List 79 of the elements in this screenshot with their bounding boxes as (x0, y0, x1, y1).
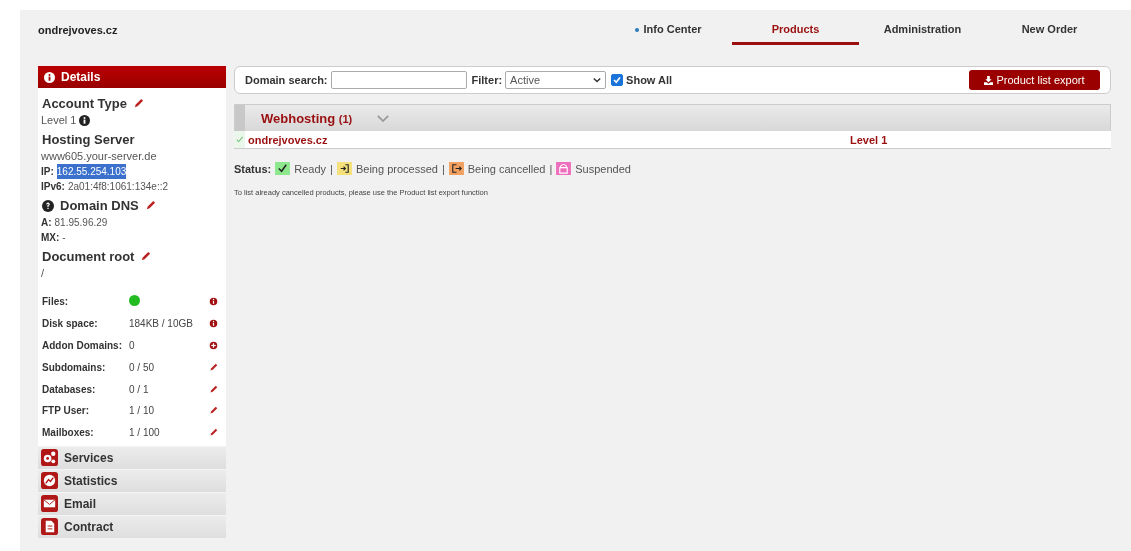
mx-record: - (62, 231, 66, 245)
site-name: ondrejvoves.cz (38, 24, 118, 36)
filter-label: Filter: (471, 74, 503, 86)
edit-icon[interactable] (209, 384, 218, 394)
show-all-label: Show All (626, 74, 673, 86)
edit-icon[interactable] (133, 98, 144, 109)
info-icon[interactable] (209, 297, 218, 307)
ipv6-label: IPv6: (41, 180, 65, 194)
a-record: 81.95.96.29 (54, 216, 108, 230)
group-header[interactable]: Webhosting (1) (234, 104, 1111, 131)
envelope-icon (41, 495, 58, 513)
document-icon (41, 518, 58, 536)
question-icon[interactable] (42, 199, 54, 212)
ip-label: IP: (41, 165, 54, 179)
edit-icon[interactable] (209, 362, 218, 372)
stat-value: 184KB / 10GB (129, 318, 193, 330)
gears-icon (41, 449, 58, 467)
chevron-icon (593, 77, 602, 83)
server-name: www605.your-server.de (41, 149, 157, 164)
stat-label: Subdomains: (41, 361, 107, 373)
hosting-server-heading: Hosting Server (42, 132, 135, 147)
show-all-checkbox[interactable] (611, 74, 624, 86)
sidebar-section[interactable]: Contract (38, 514, 226, 538)
ipv6-address: 2a01:4f8:1061:134e::2 (67, 180, 168, 194)
status-label: Status: (234, 162, 272, 175)
separator: | (441, 162, 445, 175)
add-icon[interactable] (209, 341, 218, 350)
export-button[interactable]: Product list export (969, 70, 1100, 90)
stat-label: Addon Domains: (41, 340, 123, 351)
stat-label: Disk space: (41, 318, 99, 330)
check-icon (235, 135, 244, 144)
document-root-heading: Document root (42, 249, 135, 264)
a-record-label: A: (41, 216, 52, 230)
edit-icon[interactable] (209, 428, 218, 438)
edit-icon[interactable] (140, 251, 152, 262)
stat-label: Databases: (41, 383, 97, 395)
nav-tab[interactable]: Administration (859, 15, 986, 45)
product-level: Level 1 (850, 133, 888, 146)
sidebar-section[interactable]: Email (38, 491, 226, 515)
domain-search-field[interactable] (330, 71, 467, 89)
search-label: Domain search: (245, 74, 328, 86)
stat-label: Files: (41, 296, 70, 308)
status-legend-label: Being processed (355, 162, 438, 175)
account-type-heading: Account Type (42, 96, 127, 111)
stat-value: 0 / 50 (129, 361, 155, 373)
nav-tab[interactable]: Info Center (605, 15, 732, 45)
domain-link[interactable]: ondrejvoves.cz (248, 133, 850, 146)
info-icon (44, 71, 55, 83)
edit-icon[interactable] (209, 406, 218, 416)
nav-tab[interactable]: New Order (986, 15, 1113, 45)
stat-value: 0 / 1 (129, 383, 149, 395)
sidebar-section[interactable]: Statistics (38, 468, 226, 492)
info-icon[interactable] (209, 319, 218, 329)
status-legend-label: Ready (294, 162, 327, 175)
sidebar-section[interactable]: Services (38, 445, 226, 469)
ip-address: 162.55.254.103 (56, 164, 127, 179)
stat-value: 0 (129, 340, 135, 351)
stat-value: 1 / 10 (129, 405, 155, 417)
status-legend-label: Suspended (575, 162, 631, 175)
separator: | (549, 162, 553, 175)
document-root-path: / (41, 266, 45, 281)
group-title: Webhosting (1) (261, 110, 353, 126)
info-icon[interactable] (79, 115, 91, 126)
account-level: Level 1 (41, 113, 77, 128)
nav-tab[interactable]: Products (732, 15, 859, 45)
group-strip (235, 105, 245, 131)
edit-icon[interactable] (144, 200, 156, 211)
separator: | (330, 162, 333, 175)
mx-record-label: MX: (41, 231, 60, 245)
status-legend-label: Being cancelled (467, 162, 546, 175)
stat-label: Mailboxes: (41, 427, 95, 439)
details-header[interactable]: Details (38, 66, 226, 88)
stat-value: 1 / 100 (129, 427, 160, 439)
download-icon (984, 75, 994, 85)
stat-label: FTP User: (41, 405, 91, 417)
chart-icon (41, 472, 58, 490)
domain-dns-heading: Domain DNS (60, 198, 139, 213)
details-title: Details (61, 70, 101, 84)
filter-dropdown[interactable]: Active (505, 71, 607, 89)
